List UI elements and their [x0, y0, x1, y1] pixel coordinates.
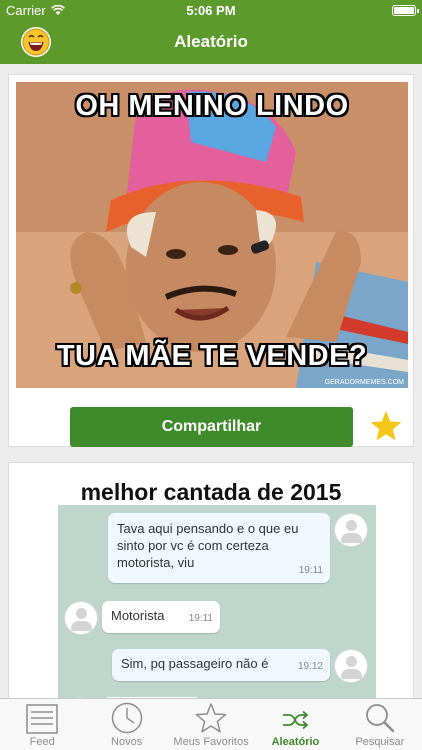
- message-time: 19:11: [188, 613, 213, 624]
- wifi-icon: [50, 4, 65, 15]
- message-text: Sim, pq passageiro não é: [121, 656, 269, 671]
- status-left: Carrier: [6, 3, 65, 18]
- nav-bar: Aleatório: [0, 20, 422, 64]
- message-time: 19:11: [298, 565, 323, 576]
- clock-icon: [111, 702, 142, 734]
- tab-label: Feed: [29, 736, 55, 748]
- battery-fill: [394, 6, 414, 14]
- chat-message: Sim, pq passageiro não é 19:12: [112, 649, 330, 681]
- list-icon: [26, 704, 58, 734]
- avatar: [334, 513, 368, 547]
- tab-meus-favoritos[interactable]: Meus Favoritos: [169, 699, 253, 750]
- post-title: melhor cantada de 2015: [80, 479, 342, 505]
- meme-image[interactable]: OH MENINO LINDO TUA MÃE TE VENDE? GERADO…: [16, 82, 408, 388]
- post-card: melhor cantada de 2015 Tava aqui pensand…: [8, 462, 414, 698]
- star-icon[interactable]: [369, 409, 403, 443]
- shuffle-icon: [283, 710, 309, 730]
- battery-icon: [392, 4, 419, 16]
- share-button[interactable]: Compartilhar: [70, 407, 353, 447]
- star-outline-icon: [195, 703, 227, 733]
- chat-message: Motorista 19:11: [102, 601, 220, 633]
- tab-bar: Feed Novos Meus Favoritos Aleatório Pesq…: [0, 698, 422, 750]
- tab-pesquisar[interactable]: Pesquisar: [338, 699, 422, 750]
- tab-label: Pesquisar: [355, 736, 405, 748]
- tab-feed[interactable]: Feed: [0, 699, 84, 750]
- meme-watermark: GERADORMEMES.COM: [324, 379, 404, 386]
- search-icon: [365, 704, 395, 733]
- tab-aleatorio[interactable]: Aleatório: [253, 699, 337, 750]
- post-card: OH MENINO LINDO TUA MÃE TE VENDE? GERADO…: [8, 74, 414, 447]
- meme-bottom-text: TUA MÃE TE VENDE?: [56, 340, 368, 372]
- meme-top-text: OH MENINO LINDO: [75, 90, 349, 122]
- avatar: [334, 649, 368, 683]
- chat-message: Tava aqui pensando e o que eu sinto por …: [108, 513, 330, 583]
- carrier-label: Carrier: [6, 2, 46, 18]
- app-header: Carrier 5:06 PM Aleatório: [0, 0, 422, 64]
- avatar: [64, 601, 98, 635]
- message-text: Motorista: [111, 608, 165, 623]
- message-time: 19:12: [297, 661, 323, 672]
- tab-label: Novos: [111, 736, 143, 748]
- tab-novos[interactable]: Novos: [84, 699, 168, 750]
- status-bar: Carrier 5:06 PM: [0, 0, 422, 20]
- feed-content[interactable]: OH MENINO LINDO TUA MÃE TE VENDE? GERADO…: [0, 64, 422, 698]
- page-title: Aleatório: [174, 32, 248, 51]
- message-text: Tava aqui pensando e o que eu sinto por …: [117, 521, 299, 570]
- emoji-laugh-icon[interactable]: [21, 27, 51, 57]
- tab-label: Aleatório: [271, 736, 320, 748]
- tab-label: Meus Favoritos: [173, 736, 249, 748]
- chat-screenshot[interactable]: Tava aqui pensando e o que eu sinto por …: [58, 505, 376, 698]
